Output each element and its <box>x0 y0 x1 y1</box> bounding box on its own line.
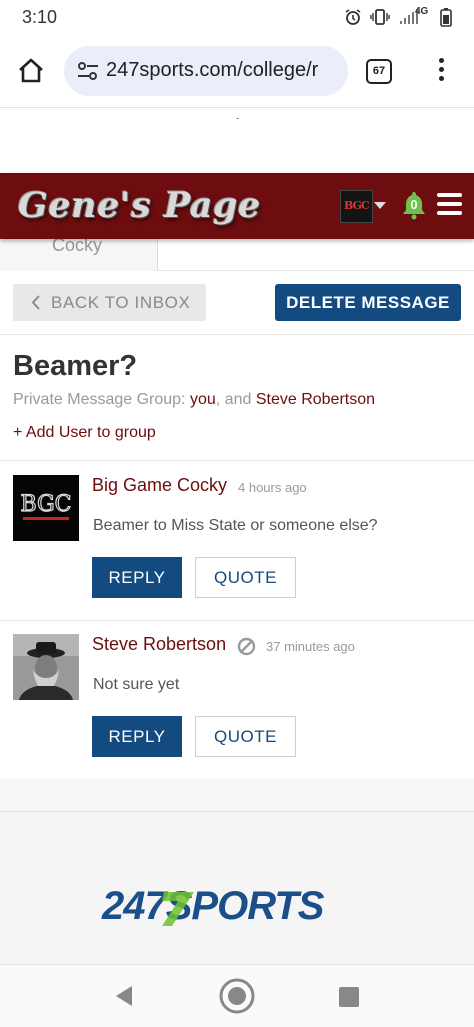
network-label: 4G <box>415 6 429 17</box>
group-members: Private Message Group: you, and Steve Ro… <box>13 391 376 408</box>
thread-header: Beamer? Private Message Group: you, and … <box>0 335 474 461</box>
chevron-down-icon[interactable] <box>374 202 386 209</box>
avatar[interactable]: BGC <box>13 475 79 541</box>
tune-icon[interactable] <box>76 60 100 82</box>
ban-icon <box>237 637 256 656</box>
notification-count: 0 <box>410 197 418 212</box>
reply-button[interactable]: REPLY <box>92 716 182 757</box>
system-navigation-bar <box>0 964 474 1027</box>
message-time: 4 hours ago <box>238 480 307 495</box>
back-to-inbox-button[interactable]: BACK TO INBOX <box>13 284 206 321</box>
tab-switcher-button[interactable]: 67 <box>366 59 392 84</box>
site-logo[interactable]: Gene's Page <box>18 185 261 226</box>
avatar[interactable] <box>13 634 79 700</box>
member-link-you[interactable]: you <box>190 391 216 408</box>
tab-cocky[interactable]: Cocky <box>0 235 158 271</box>
content-spacer <box>0 779 474 812</box>
site-footer: 247SPORTS <box>0 812 474 964</box>
vibrate-icon <box>370 9 390 25</box>
signal-icon: 4G <box>398 6 432 26</box>
member-link-steve[interactable]: Steve Robertson <box>256 391 375 408</box>
message-author[interactable]: Steve Robertson <box>92 634 226 655</box>
user-avatar[interactable]: BGC <box>340 190 373 223</box>
battery-icon <box>440 8 452 27</box>
reply-button[interactable]: REPLY <box>92 557 182 598</box>
avatar-logo-text: BGC <box>21 492 72 517</box>
notification-bell-icon[interactable]: 0 <box>401 190 427 220</box>
message-author[interactable]: Big Game Cocky <box>92 475 227 496</box>
hamburger-menu-icon[interactable] <box>437 193 462 217</box>
svg-text:247SPORTS: 247SPORTS <box>101 884 325 928</box>
footer-brand-logo[interactable]: 247SPORTS <box>100 884 372 928</box>
inbox-tabs: Cocky <box>0 235 474 271</box>
nav-recents-icon[interactable] <box>339 987 359 1007</box>
message-time: 37 minutes ago <box>266 639 355 654</box>
page-title: Beamer? <box>13 350 138 382</box>
message-item: Steve Robertson 37 minutes ago Not sure … <box>0 620 474 780</box>
address-bar[interactable]: 247sports.com/college/r <box>64 46 348 96</box>
quote-button[interactable]: QUOTE <box>195 557 296 598</box>
status-time: 3:10 <box>22 7 58 27</box>
nav-back-icon[interactable] <box>114 985 134 1007</box>
site-top-area <box>0 108 474 173</box>
alarm-icon <box>345 9 361 25</box>
status-bar: 3:10 4G <box>0 0 474 36</box>
message-body: Not sure yet <box>93 676 180 693</box>
url-text[interactable]: 247sports.com/college/r <box>106 59 318 82</box>
nav-home-icon[interactable] <box>219 978 255 1014</box>
status-icons: 4G <box>344 6 452 27</box>
menu-dots-icon[interactable] <box>436 58 446 86</box>
quote-button[interactable]: QUOTE <box>195 716 296 757</box>
message-body: Beamer to Miss State or someone else? <box>93 517 378 534</box>
chevron-left-icon <box>31 295 40 310</box>
home-icon[interactable] <box>16 56 46 86</box>
add-user-link[interactable]: + Add User to group <box>13 424 156 442</box>
delete-message-button[interactable]: DELETE MESSAGE <box>275 284 461 321</box>
message-item: BGC Big Game Cocky 4 hours ago Beamer to… <box>0 461 474 621</box>
site-header: Gene's Page BGC 0 <box>0 173 474 239</box>
message-actions: BACK TO INBOX DELETE MESSAGE <box>0 271 474 335</box>
browser-toolbar: 247sports.com/college/r 67 <box>0 36 474 108</box>
